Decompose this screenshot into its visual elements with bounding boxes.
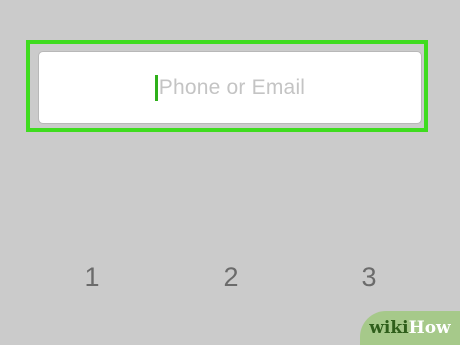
keypad-key-3[interactable]: 3: [349, 262, 389, 293]
watermark-how: How: [408, 318, 451, 338]
watermark-wiki: wiki: [369, 318, 409, 338]
phone-or-email-field[interactable]: Phone or Email: [38, 51, 422, 124]
phone-or-email-placeholder: Phone or Email: [158, 75, 306, 99]
phone-or-email-field-content: Phone or Email: [154, 74, 306, 101]
keypad-key-1[interactable]: 1: [72, 262, 112, 293]
text-caret: [154, 74, 158, 101]
keypad-key-2[interactable]: 2: [211, 262, 251, 293]
keypad-row: 1 2 3: [0, 262, 460, 302]
wikihow-watermark: wiki How: [360, 311, 460, 345]
